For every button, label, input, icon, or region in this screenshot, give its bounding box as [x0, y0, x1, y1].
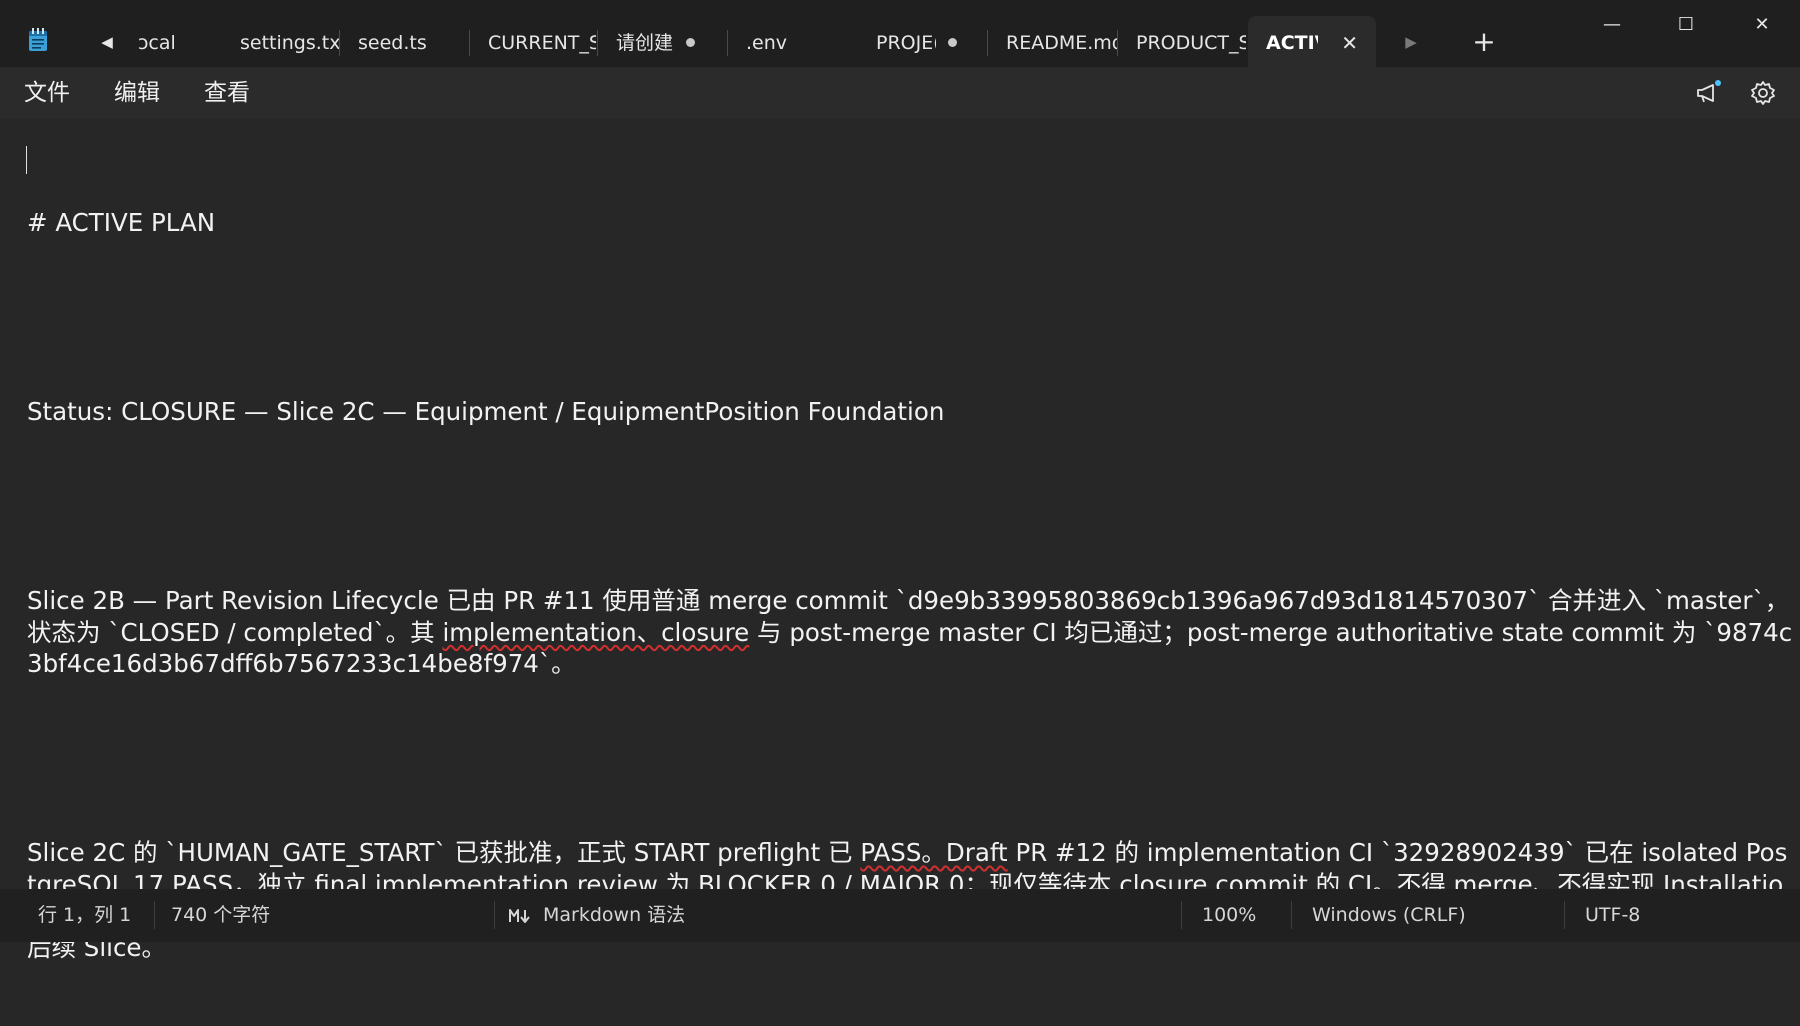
tab-label: ɔcal: [138, 32, 176, 54]
menu-bar: 文件 编辑 查看: [0, 67, 1800, 119]
tab-label: .env: [746, 32, 788, 54]
tab-current-s1[interactable]: CURRENT_S1: [470, 16, 598, 67]
tab-request-create[interactable]: 请创建: [598, 16, 728, 67]
new-tab-button[interactable]: +: [1470, 26, 1498, 58]
line-ending[interactable]: Windows (CRLF): [1312, 889, 1466, 942]
character-count: 740 个字符: [171, 904, 271, 926]
status-divider: [1181, 901, 1182, 929]
status-divider: [1291, 901, 1292, 929]
spelling-error: implementation、closure: [442, 617, 750, 647]
close-icon[interactable]: ✕: [1341, 16, 1358, 67]
tab-settings-txt[interactable]: settings.txt: [222, 16, 340, 67]
tab-project[interactable]: PROJE(: [858, 16, 988, 67]
tab-label: settings.txt: [240, 32, 340, 54]
unsaved-dot-icon: [948, 38, 957, 47]
paragraph-slice-2b: Slice 2B — Part Revision Lifecycle 已由 PR…: [27, 585, 1797, 680]
markdown-icon: [509, 909, 530, 923]
unsaved-dot-icon: [686, 38, 695, 47]
megaphone-icon[interactable]: [1694, 79, 1722, 107]
spelling-error: PASS。Draft: [860, 838, 1008, 867]
tab-readme-md[interactable]: README.md: [988, 16, 1118, 67]
chevron-right-icon[interactable]: ▶: [1404, 34, 1418, 50]
tab-label: 请创建: [616, 32, 674, 54]
status-divider: [154, 901, 155, 929]
heading-line: # ACTIVE PLAN: [27, 208, 216, 237]
tab-label: PRODUCT_S(: [1136, 32, 1246, 54]
gear-icon[interactable]: [1749, 79, 1777, 107]
tab-label: ACTIV: [1266, 32, 1318, 54]
tab-label: README.md: [1006, 32, 1118, 54]
menu-file[interactable]: 文件: [16, 77, 78, 109]
chevron-left-icon[interactable]: ◀: [100, 34, 114, 50]
maximize-button[interactable]: ☐: [1666, 8, 1706, 42]
title-bar: ◀ ɔcal settings.txt seed.ts CURRENT_S1 请…: [0, 0, 1800, 67]
cursor-position[interactable]: 行 1，列 1: [38, 889, 131, 942]
tab-label: CURRENT_S1: [488, 32, 596, 54]
encoding[interactable]: UTF-8: [1585, 889, 1640, 942]
zoom-level[interactable]: 100%: [1202, 889, 1256, 942]
tab-env[interactable]: .env: [728, 16, 858, 67]
status-line: Status: CLOSURE — Slice 2C — Equipment /…: [27, 397, 945, 426]
tab-active-plan[interactable]: ACTIV ✕: [1248, 16, 1376, 67]
status-bar: 行 1，列 1 740 个字符 Markdown 语法 100% Windows…: [0, 889, 1800, 942]
minimize-button[interactable]: —: [1592, 8, 1632, 42]
tab-product-s[interactable]: PRODUCT_S(: [1118, 16, 1248, 67]
tab-local[interactable]: ɔcal: [120, 16, 212, 67]
text-editor[interactable]: # ACTIVE PLAN Status: CLOSURE — Slice 2C…: [0, 119, 1800, 962]
status-divider: [494, 901, 495, 929]
text-run: Slice 2C 的 `HUMAN_GATE_START` 已获批准，正式 ST…: [27, 838, 861, 867]
status-divider: [1564, 901, 1565, 929]
tab-strip: ɔcal settings.txt seed.ts CURRENT_S1 请创建…: [120, 16, 1390, 67]
menu-view[interactable]: 查看: [196, 77, 258, 109]
notepad-icon: [29, 28, 47, 51]
menu-edit[interactable]: 编辑: [106, 77, 168, 109]
tab-label: PROJE(: [876, 32, 936, 54]
tab-label: seed.ts: [358, 32, 427, 54]
close-window-button[interactable]: ✕: [1742, 8, 1782, 42]
tab-seed-ts[interactable]: seed.ts: [340, 16, 470, 67]
language-mode[interactable]: Markdown 语法: [543, 889, 685, 942]
